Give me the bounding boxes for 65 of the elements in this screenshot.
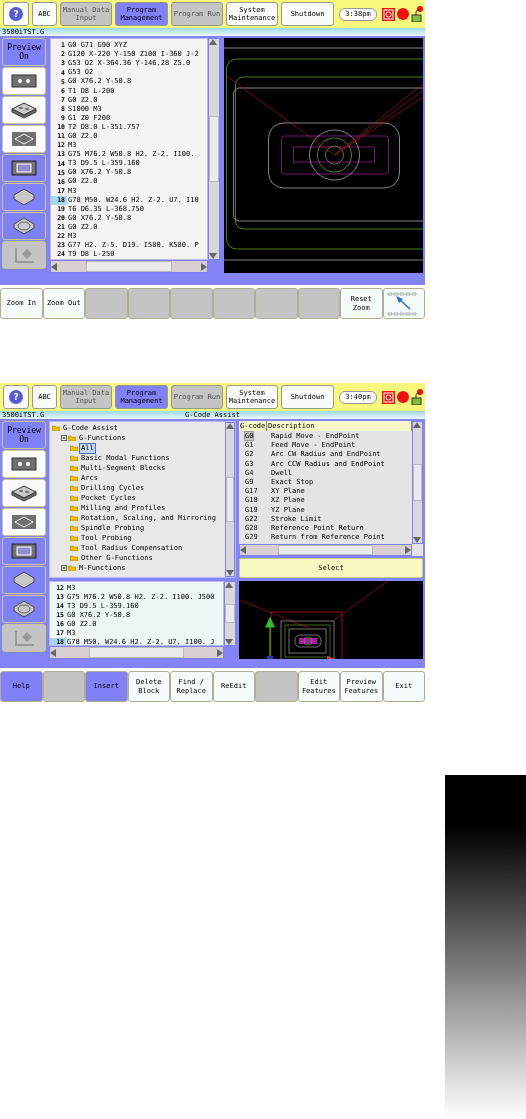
- help-button[interactable]: ?: [3, 385, 29, 409]
- scroll-up-icon[interactable]: [226, 423, 234, 429]
- vertical-scrollbar[interactable]: [208, 38, 220, 260]
- view-button[interactable]: [2, 154, 46, 182]
- view-button[interactable]: [2, 595, 46, 623]
- preview-button[interactable]: Preview On: [2, 38, 46, 66]
- view-button[interactable]: [2, 450, 46, 478]
- vertical-scrollbar[interactable]: [225, 422, 235, 577]
- layout-icon: [10, 542, 38, 560]
- diamond-icon: [10, 188, 38, 206]
- preview-button[interactable]: Preview On: [2, 421, 46, 449]
- vertical-scrollbar[interactable]: [412, 421, 423, 544]
- outline-icon: [10, 513, 38, 531]
- lock-icon[interactable]: [411, 6, 423, 22]
- status-light-icon: [397, 8, 409, 20]
- scroll-thumb[interactable]: [413, 464, 422, 501]
- scroll-down-icon[interactable]: [209, 253, 217, 259]
- lock-icon[interactable]: [411, 389, 423, 405]
- scroll-left-icon[interactable]: [50, 648, 56, 657]
- view-button[interactable]: [2, 183, 46, 211]
- view-button[interactable]: [2, 479, 46, 507]
- scroll-thumb[interactable]: [209, 116, 219, 182]
- block-icon: [10, 484, 38, 502]
- plate-icon: [10, 455, 38, 473]
- diamond-outline-icon: [10, 600, 38, 618]
- view-button[interactable]: [2, 67, 46, 95]
- view-button[interactable]: [2, 508, 46, 536]
- scroll-thumb[interactable]: [278, 545, 373, 555]
- scroll-thumb[interactable]: [86, 261, 172, 272]
- scroll-right-icon[interactable]: [217, 648, 223, 657]
- view-button[interactable]: [2, 212, 46, 240]
- collapse-icon[interactable]: [61, 565, 67, 571]
- horizontal-scrollbar[interactable]: [49, 646, 224, 659]
- diamond-icon: [10, 571, 38, 589]
- scroll-thumb[interactable]: [226, 476, 234, 523]
- target-icon[interactable]: [382, 7, 395, 21]
- scroll-right-icon[interactable]: [405, 546, 411, 554]
- scroll-left-icon[interactable]: [51, 262, 57, 271]
- horizontal-scrollbar[interactable]: [50, 260, 208, 273]
- outline-icon: [10, 130, 38, 148]
- scroll-down-icon[interactable]: [226, 570, 234, 576]
- scroll-down-icon[interactable]: [413, 537, 421, 543]
- diamond-outline-icon: [10, 217, 38, 235]
- help-button[interactable]: ?: [3, 2, 29, 26]
- scroll-left-icon[interactable]: [240, 546, 246, 554]
- status-light-icon: [397, 391, 409, 403]
- scroll-up-icon[interactable]: [209, 39, 217, 45]
- scroll-thumb[interactable]: [225, 604, 235, 623]
- softkey[interactable]: [382, 288, 425, 319]
- scroll-right-icon[interactable]: [201, 262, 207, 271]
- target-icon[interactable]: [382, 390, 395, 404]
- horizontal-scrollbar[interactable]: [239, 544, 412, 556]
- vertical-scrollbar[interactable]: [224, 581, 236, 646]
- plate-icon: [10, 72, 38, 90]
- scroll-down-icon[interactable]: [225, 639, 233, 645]
- view-button[interactable]: [2, 96, 46, 124]
- scroll-thumb[interactable]: [88, 647, 185, 658]
- view-button[interactable]: [2, 566, 46, 594]
- scroll-up-icon[interactable]: [413, 422, 421, 428]
- layout-icon: [10, 159, 38, 177]
- view-button[interactable]: [2, 125, 46, 153]
- collapse-icon[interactable]: [61, 435, 67, 441]
- scroll-up-icon[interactable]: [225, 582, 233, 588]
- view-button[interactable]: [2, 537, 46, 565]
- block-icon: [10, 101, 38, 119]
